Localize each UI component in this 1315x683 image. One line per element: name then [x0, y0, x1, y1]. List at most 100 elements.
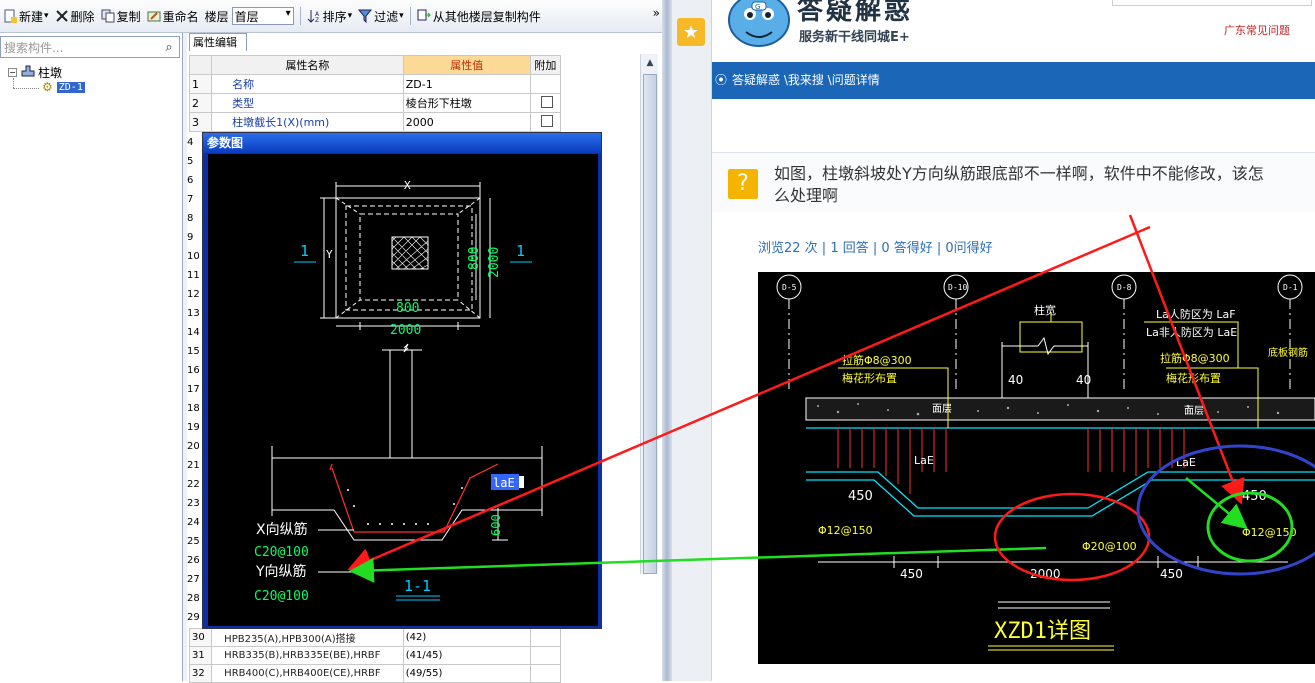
window-divider[interactable] [662, 0, 672, 681]
section-label: 1-1 [404, 577, 431, 595]
row-number: 31 [188, 646, 213, 665]
pier-icon [21, 65, 35, 80]
lae-label[interactable]: laE [493, 476, 515, 490]
axis-label: D-5 [782, 283, 797, 292]
scroll-up-icon[interactable]: ▲ [641, 54, 659, 72]
qa-webpage: ★ G 答疑解惑 服务新干线同城E+ 广东常见问题 ⦿ 答疑解惑 \我来搜 \问… [672, 0, 1315, 681]
tree-node-root[interactable]: − 柱墩 [8, 64, 62, 81]
scrollbar-thumb[interactable] [643, 74, 657, 574]
property-value[interactable]: 棱台形下柱墩 [402, 93, 531, 113]
section-dim-600: 600 [489, 514, 503, 536]
table-row[interactable]: 30 HPB235(A),HPB300(A)搭接 (42) [188, 628, 562, 647]
tab-property-edit[interactable]: 属性编辑 [189, 33, 247, 51]
question-title-line2: 么处理啊 [774, 186, 839, 205]
row-number: 32 [188, 664, 213, 683]
header-extra: 附加 [529, 55, 562, 75]
property-value[interactable]: (42) [402, 628, 531, 647]
plan-x-label: X [404, 179, 411, 192]
property-value[interactable]: ZD-1 [402, 74, 531, 94]
sort-button[interactable]: AZ 排序 ▾ [304, 4, 356, 28]
copy-label: 复制 [116, 9, 141, 24]
extra-cell [529, 112, 562, 132]
parameter-diagram-canvas: X Y 1 1 800 2000 800 2000 laE 600 X向纵筋 C… [208, 154, 598, 626]
search-icon[interactable]: ⌕ [159, 37, 179, 57]
property-value[interactable]: (41/45) [402, 646, 531, 665]
axis-label: D-10 [948, 283, 967, 292]
toolbar-separator [299, 7, 301, 25]
plan-y-label: Y [326, 248, 333, 261]
component-tree-panel: 搜索构件... ⌕ − 柱墩 ⚙ ZD-1 [0, 33, 183, 681]
tree-line [13, 78, 14, 88]
row-number-header [188, 55, 213, 75]
breadcrumb-bar: ⦿ 答疑解惑 \我来搜 \问题详情 [712, 62, 1315, 99]
component-search-input[interactable]: 搜索构件... ⌕ [0, 36, 180, 58]
extra-checkbox[interactable] [540, 114, 553, 127]
property-scrollbar[interactable]: ▲ [640, 54, 658, 574]
cad-tie-note: 拉筋Φ8@300 [842, 353, 912, 367]
delete-button[interactable]: 删除 [52, 4, 98, 28]
row-number: 30 [188, 628, 213, 647]
dialog-title: 参数图 [203, 133, 601, 153]
table-row[interactable]: 2 类型 棱台形下柱墩 [188, 93, 562, 113]
floor-select[interactable]: 首层 [231, 7, 294, 25]
cad-detail-title: XZD1详图 [994, 619, 1091, 644]
extra-checkbox[interactable] [540, 95, 553, 108]
component-toolbar: 新建▾ 删除 复制 重命名 楼层 首层 AZ 排序▾ 过滤▾ 从其他楼层复制构件 [0, 0, 668, 33]
gear-icon: ⚙ [42, 80, 53, 94]
table-row[interactable]: 1 名称 ZD-1 [188, 74, 562, 94]
breadcrumb[interactable]: 答疑解惑 \我来搜 \问题详情 [732, 73, 880, 87]
brand-title: 答疑解惑 [797, 0, 914, 26]
toolbar-separator [409, 7, 411, 25]
extra-cell [529, 93, 562, 113]
svg-text:G: G [755, 3, 760, 11]
cad-face-label: 面层 [932, 403, 952, 415]
new-button[interactable]: 新建 ▾ [0, 4, 52, 28]
section-column [389, 349, 413, 459]
question-box: ? 如图，柱墩斜坡处Y方向纵筋跟底部不一样啊，软件中不能修改，该怎 么处理啊 [712, 152, 1315, 212]
search-placeholder: 搜索构件... [4, 40, 64, 55]
plan-dashed-inner [359, 213, 459, 301]
hot-question-link[interactable]: 广东常见问题 [1224, 22, 1290, 38]
table-row[interactable]: 31 HRB335(B),HRB335E(BE),HRBF (41/45) [188, 646, 562, 665]
table-row[interactable]: 32 HRB400(C),HRB400E(CE),HRBF (49/55) [188, 664, 562, 683]
copy-button[interactable]: 复制 [98, 4, 144, 28]
header-search-box[interactable] [1112, 0, 1312, 6]
rename-button[interactable]: 重命名 [144, 4, 202, 28]
header-property-value: 属性值 [402, 55, 531, 75]
floor-slab [805, 397, 1315, 421]
property-table-bottom: 30 HPB235(A),HPB300(A)搭接 (42) 31 HRB335(… [188, 628, 562, 683]
filter-label: 过滤 [374, 9, 399, 24]
x-rebar-value: C20@100 [254, 545, 309, 560]
collapse-icon[interactable]: − [8, 68, 17, 77]
table-row[interactable]: 3 柱墩截长1(X)(mm) 2000 [188, 112, 562, 132]
copy-from-floor-button[interactable]: 从其他楼层复制构件 [414, 4, 544, 28]
filter-icon [358, 9, 373, 24]
chevron-down-icon: ▾ [44, 11, 49, 21]
toolbar-overflow-icon[interactable]: » [653, 6, 660, 20]
plan-dim-2000-vertical: 2000 [487, 247, 502, 278]
section-mark-right: 1 [516, 242, 525, 260]
favorite-star-icon[interactable]: ★ [677, 18, 705, 46]
tree-node-root-label: 柱墩 [38, 66, 63, 80]
header-property-name: 属性名称 [211, 55, 404, 75]
tree-node-child[interactable]: ⚙ ZD-1 [42, 80, 85, 94]
property-name: 类型 [211, 93, 404, 113]
cad-dim-450: 450 [1160, 567, 1183, 581]
tab-label: 属性编辑 [193, 36, 237, 49]
plan-dim-2000: 2000 [390, 323, 421, 338]
question-title-line1: 如图，柱墩斜坡处Y方向纵筋跟底部不一样啊，软件中不能修改，该怎 [774, 164, 1264, 183]
cad-dim-40: 40 [1008, 373, 1023, 387]
tree-node-child-label: ZD-1 [56, 81, 85, 93]
extra-cell [529, 74, 562, 94]
property-name: HRB335(B),HRB335E(BE),HRBF [211, 646, 404, 665]
cad-dim-2000: 2000 [1030, 567, 1061, 581]
extra-cell [529, 628, 562, 647]
cad-tie-note-b: 梅花形布置 [842, 371, 897, 385]
parameter-diagram-drawing: X Y 1 1 800 2000 800 2000 laE 600 X向纵筋 C… [254, 179, 543, 604]
property-value[interactable]: (49/55) [402, 664, 531, 683]
parameter-diagram-dialog: 参数图 X Y 1 1 800 2000 800 2000 laE 600 X向… [202, 132, 602, 629]
slab-rebar-bottom [806, 479, 1315, 517]
property-value[interactable]: 2000 [402, 112, 531, 132]
filter-button[interactable]: 过滤 ▾ [355, 4, 407, 28]
slab-rebar-top [806, 471, 1315, 509]
